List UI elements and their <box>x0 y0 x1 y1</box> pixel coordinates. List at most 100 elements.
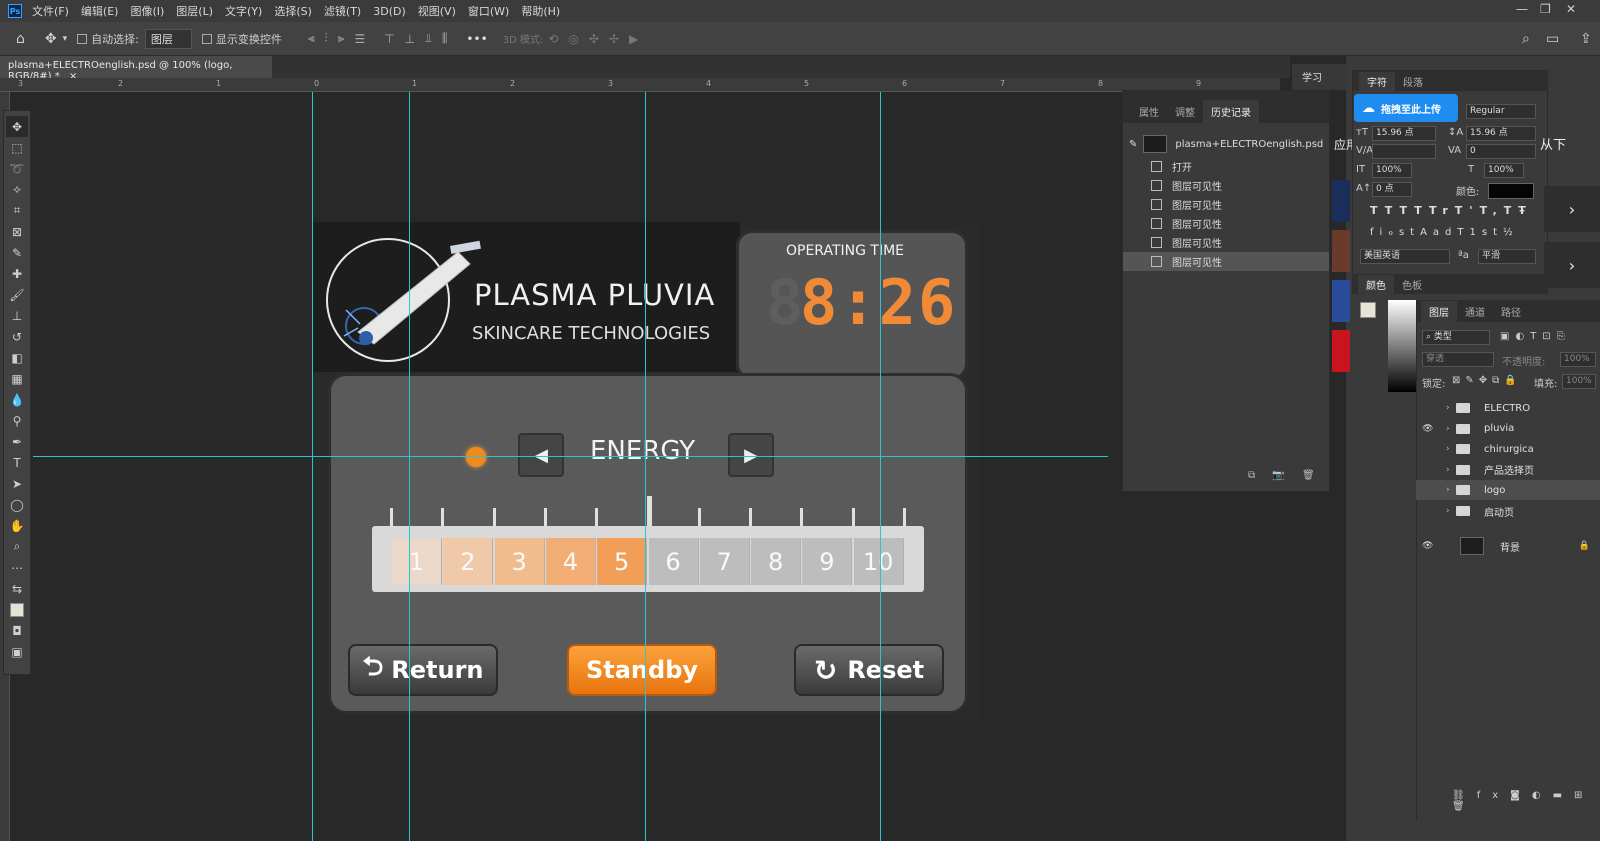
blend-mode-select[interactable]: 穿透 <box>1422 352 1494 367</box>
type-style-button[interactable]: Ŧ <box>1518 204 1533 217</box>
lock-transparent-icon[interactable]: ⊠ <box>1452 375 1465 386</box>
menu-layer[interactable]: 图层(L) <box>176 3 213 19</box>
font-size-field[interactable]: 15.96 点 <box>1372 126 1436 141</box>
share-icon[interactable]: ⇪ <box>1580 31 1592 47</box>
type-style-button[interactable]: TT <box>1400 204 1430 217</box>
screen-mode-icon[interactable]: ▣ <box>6 641 28 662</box>
show-transform-checkbox[interactable] <box>201 33 212 44</box>
align-bottom-icon[interactable]: ⫫ <box>425 31 432 46</box>
lock-artboard-icon[interactable]: ⧉ <box>1492 375 1504 386</box>
hand-tool-icon[interactable]: ✋ <box>6 515 28 536</box>
chevron-down-icon[interactable]: ▾ <box>63 34 68 44</box>
menu-select[interactable]: 选择(S) <box>274 3 312 19</box>
color-swatches-icon[interactable] <box>6 599 28 620</box>
fx-icon[interactable]: fx <box>1477 790 1510 801</box>
3d-pan-icon[interactable]: ✣ <box>589 32 599 46</box>
reset-button[interactable]: ↻ Reset <box>794 644 944 696</box>
3d-orbit-icon[interactable]: ⟲ <box>548 32 558 46</box>
align-left-icon[interactable]: ⫷ <box>308 31 315 46</box>
distribute-icon[interactable]: ☰ <box>354 32 365 46</box>
tab-paragraph[interactable]: 段落 <box>1395 72 1431 91</box>
tab-history[interactable]: 历史记录 <box>1203 100 1259 123</box>
type-style-button[interactable]: T' <box>1455 204 1480 217</box>
energy-cell-3[interactable]: 3 <box>494 538 545 585</box>
pen-tool-icon[interactable]: ✒ <box>6 431 28 452</box>
chevron-right-icon[interactable]: › <box>1446 506 1456 516</box>
add-mask-icon[interactable]: ◙ <box>1510 790 1532 801</box>
zoom-tool-icon[interactable]: ⌕ <box>6 536 28 557</box>
opentype-button[interactable]: fi <box>1370 227 1388 238</box>
type-style-button[interactable]: Tr <box>1429 204 1455 217</box>
adjustment-layer-icon[interactable]: ◐ <box>1532 790 1553 801</box>
layer-row[interactable]: › logo <box>1416 480 1600 501</box>
marquee-tool-icon[interactable]: ⬚ <box>6 137 28 158</box>
tab-channels[interactable]: 通道 <box>1457 301 1493 322</box>
new-layer-icon[interactable]: ⊞ <box>1574 790 1594 801</box>
align-right-icon[interactable]: ⫸ <box>338 31 345 46</box>
auto-select-dropdown[interactable]: 图层 <box>144 28 192 49</box>
layer-row[interactable]: › 产品选择页 <box>1416 460 1600 480</box>
tab-paths[interactable]: 路径 <box>1493 301 1529 322</box>
move-tool-icon[interactable]: ✥ <box>6 116 28 137</box>
history-brush-tool-icon[interactable]: ↺ <box>6 326 28 347</box>
tab-character[interactable]: 字符 <box>1359 71 1395 91</box>
next-chevron-button[interactable]: › <box>1544 186 1600 232</box>
align-center-icon[interactable]: ⫶ <box>325 31 328 46</box>
thumbnail[interactable] <box>1332 330 1350 372</box>
swap-colors-icon[interactable]: ⇆ <box>6 578 28 599</box>
opentype-button[interactable]: A <box>1420 227 1433 238</box>
menu-window[interactable]: 窗口(W) <box>468 3 509 19</box>
new-snapshot-icon[interactable]: 📷 <box>1272 470 1284 481</box>
energy-cell-1[interactable]: 1 <box>392 538 442 585</box>
horizontal-scale-field[interactable]: 100% <box>1484 163 1524 178</box>
link-layers-icon[interactable]: ⛓ <box>1452 790 1477 801</box>
history-item[interactable]: 图层可见性 <box>1123 214 1329 233</box>
tab-properties[interactable]: 属性 <box>1131 100 1167 123</box>
chevron-right-icon[interactable]: › <box>1446 403 1456 413</box>
search-icon[interactable]: ⌕ <box>1522 31 1530 47</box>
language-select[interactable]: 美国英语 <box>1360 249 1450 264</box>
opentype-button[interactable]: ½ <box>1503 227 1519 238</box>
leading-field[interactable]: 15.96 点 <box>1466 126 1536 141</box>
history-item[interactable]: 图层可见性 <box>1123 252 1329 271</box>
history-snapshot[interactable]: ✎ plasma+ELECTROenglish.psd <box>1123 132 1329 156</box>
text-color-swatch[interactable] <box>1488 183 1534 199</box>
history-item[interactable]: 打开 <box>1123 157 1329 176</box>
return-button[interactable]: ⮌ Return <box>348 644 498 696</box>
menu-type[interactable]: 文字(Y) <box>225 3 262 19</box>
new-group-icon[interactable]: ▬ <box>1553 790 1574 801</box>
menu-view[interactable]: 视图(V) <box>418 3 456 19</box>
standby-button[interactable]: Standby <box>567 644 717 696</box>
menu-filter[interactable]: 滤镜(T) <box>324 3 361 19</box>
history-item[interactable]: 图层可见性 <box>1123 233 1329 252</box>
tab-learn[interactable]: 学习 <box>1292 64 1348 90</box>
history-item[interactable]: 图层可见性 <box>1123 176 1329 195</box>
more-options-icon[interactable]: ••• <box>466 32 487 46</box>
close-window-icon[interactable]: ✕ <box>1566 2 1576 16</box>
energy-cell-7[interactable]: 7 <box>699 538 750 585</box>
3d-slide-icon[interactable]: ✢ <box>609 32 619 46</box>
minimize-icon[interactable]: — <box>1516 2 1528 16</box>
energy-cell-6[interactable]: 6 <box>648 538 699 585</box>
fill-field[interactable]: 100% <box>1562 374 1596 389</box>
energy-cell-10[interactable]: 10 <box>853 538 904 585</box>
chevron-right-icon[interactable]: › <box>1446 485 1456 495</box>
3d-roll-icon[interactable]: ◎ <box>568 32 578 46</box>
lock-position-icon[interactable]: ✥ <box>1479 375 1492 386</box>
gradient-tool-icon[interactable]: ▦ <box>6 368 28 389</box>
layer-row[interactable]: 👁 › pluvia <box>1416 419 1600 439</box>
lock-all-icon[interactable]: 🔒 <box>1504 375 1521 386</box>
filter-adjustment-icon[interactable]: ◐ <box>1515 331 1530 342</box>
3d-camera-icon[interactable]: ▶ <box>629 32 638 46</box>
filter-image-icon[interactable]: ▣ <box>1500 331 1515 342</box>
filter-type-icon[interactable]: T <box>1530 331 1542 342</box>
tab-adjustments[interactable]: 调整 <box>1167 100 1203 123</box>
next-chevron-button[interactable]: › <box>1544 242 1600 288</box>
opentype-button[interactable]: st <box>1399 227 1420 238</box>
move-tool-icon[interactable]: ✥ <box>45 31 57 47</box>
energy-cell-2[interactable]: 2 <box>443 538 494 585</box>
workspace-icon[interactable]: ▭ <box>1546 31 1559 47</box>
frame-tool-icon[interactable]: ⊠ <box>6 221 28 242</box>
menu-edit[interactable]: 编辑(E) <box>81 3 119 19</box>
align-middle-icon[interactable]: ⊥ <box>405 32 415 46</box>
